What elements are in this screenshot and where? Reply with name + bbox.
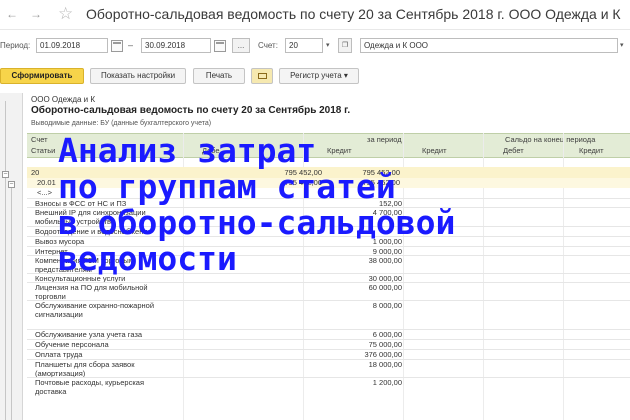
send-email-button[interactable] <box>251 68 273 84</box>
article-debit-value: 60 000,00 <box>368 283 402 292</box>
organization-field[interactable]: Одежда и К ООО <box>360 38 618 53</box>
article-debit-value: 376 000,00 <box>364 350 402 359</box>
account-field[interactable]: 20 <box>285 38 323 53</box>
date-to-field[interactable]: 30.09.2018 <box>141 38 211 53</box>
account-dropdown-icon[interactable]: ▾ <box>326 41 330 49</box>
grouping-gutter: – – <box>0 93 22 420</box>
organization-dropdown-icon[interactable]: ▾ <box>620 41 624 49</box>
gutter-line <box>5 101 6 420</box>
envelope-icon <box>257 73 267 79</box>
back-arrow-icon[interactable]: ← <box>4 6 20 22</box>
overlay-line-4: ведомости <box>58 239 237 278</box>
header-articles: Статьи <box>31 146 56 155</box>
overlay-caption: Анализ затрат по группам статей в оборот… <box>58 133 455 277</box>
report-subtitle: Выводимые данные: БУ (данные бухгалтерск… <box>31 120 212 127</box>
register-dropdown-icon: ▾ <box>343 71 348 80</box>
overlay-line-1: Анализ затрат <box>58 131 317 170</box>
calendar-from-icon[interactable] <box>111 40 123 52</box>
period-select-button[interactable]: ... <box>232 38 250 53</box>
overlay-line-2: по группам статей <box>58 167 396 206</box>
account-label: Счет: <box>258 41 278 50</box>
window-title: Оборотно-сальдовая ведомость по счету 20… <box>86 6 621 22</box>
favorite-star-icon[interactable]: ☆ <box>58 4 73 24</box>
collapse-subgroup-icon[interactable]: – <box>8 181 15 188</box>
table-row[interactable]: Обслуживание охранно-пожарной сигнализац… <box>27 300 630 329</box>
print-button[interactable]: Печать <box>193 68 245 84</box>
generate-button[interactable]: Сформировать <box>0 68 84 84</box>
gutter-line-inner <box>11 183 12 420</box>
window-titlebar: ← → ☆ Оборотно-сальдовая ведомость по сч… <box>0 0 630 30</box>
article-debit-value: 18 000,00 <box>368 360 402 369</box>
group-account: 20 <box>31 168 40 177</box>
header-debit-end: Дебет <box>503 146 524 155</box>
article-name: Планшеты для сбора заявок (амортизация) <box>35 360 135 378</box>
forward-arrow-icon[interactable]: → <box>28 6 44 22</box>
table-row[interactable]: Обучение персонала 75 000,00 <box>27 339 630 349</box>
article-name: Почтовые расходы, курьерская доставка <box>35 378 145 396</box>
period-label: Период: <box>0 41 31 50</box>
article-name: Обучение персонала <box>35 340 109 349</box>
placeholder-row: <...> <box>37 188 53 197</box>
subgroup-account: 20.01 <box>37 178 56 187</box>
parameters-row: Период: 01.09.2018 – 30.09.2018 ... Счет… <box>0 37 630 59</box>
show-settings-button[interactable]: Показать настройки <box>90 68 186 84</box>
report-organization: ООО Одежда и К <box>31 95 96 104</box>
calendar-to-icon[interactable] <box>214 40 226 52</box>
header-account: Счет <box>31 135 48 144</box>
article-debit-value: 75 000,00 <box>368 340 402 349</box>
article-name: Оплата труда <box>35 350 83 359</box>
period-dash: – <box>128 40 134 50</box>
article-name: Обслуживание охранно-пожарной сигнализац… <box>35 301 155 319</box>
collapse-group-icon[interactable]: – <box>2 171 9 178</box>
open-account-icon[interactable]: ❐ <box>338 38 352 53</box>
table-row[interactable]: Лицензия на ПО для мобильной торговли 60 … <box>27 282 630 301</box>
article-debit-value: 1 200,00 <box>372 378 402 387</box>
table-row[interactable]: Оплата труда 376 000,00 <box>27 349 630 359</box>
table-row[interactable]: Обслуживание узла учета газа 6 000,00 <box>27 329 630 339</box>
table-row[interactable]: Планшеты для сбора заявок (амортизация) 1… <box>27 359 630 378</box>
article-debit-value: 6 000,00 <box>372 330 402 339</box>
article-name: Обслуживание узла учета газа <box>35 330 143 339</box>
date-from-field[interactable]: 01.09.2018 <box>36 38 108 53</box>
article-debit-value: 8 000,00 <box>372 301 402 310</box>
register-button-label: Регистр учета <box>290 71 342 80</box>
header-credit-end: Кредит <box>579 146 604 155</box>
overlay-line-3: в оборотно-сальдовой <box>58 203 456 242</box>
register-button[interactable]: Регистр учета ▾ <box>279 68 359 84</box>
article-name: Лицензия на ПО для мобильной торговли <box>35 283 148 301</box>
report-title: Оборотно-сальдовая ведомость по счету 20… <box>31 105 351 116</box>
header-balance-end: Сальдо на конец периода <box>505 135 596 144</box>
command-toolbar: Сформировать Показать настройки Печать Р… <box>0 68 630 86</box>
table-row[interactable]: Почтовые расходы, курьерская доставка 1 2… <box>27 377 630 396</box>
